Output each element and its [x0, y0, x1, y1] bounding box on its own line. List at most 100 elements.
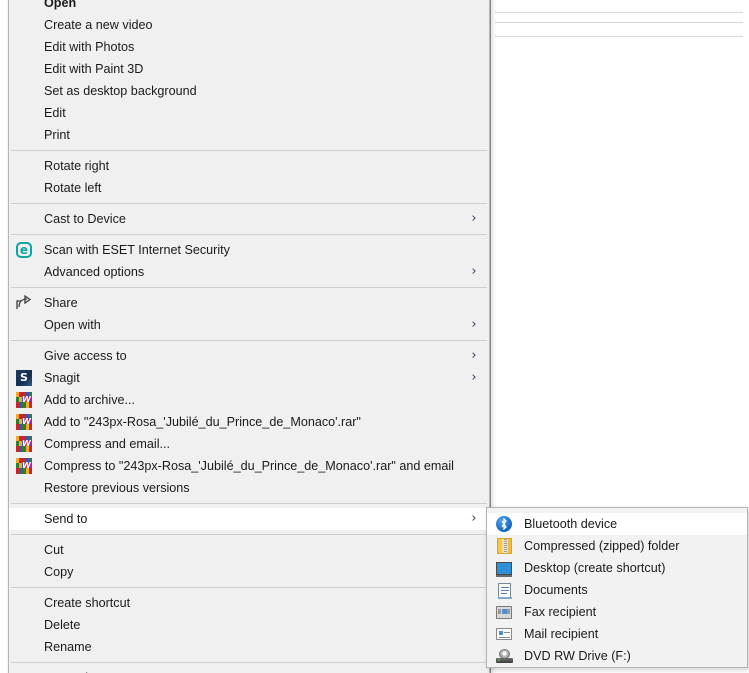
chevron-right-icon: › — [471, 264, 477, 279]
menu-item-label: Desktop (create shortcut) — [524, 561, 666, 575]
menu-item-label: Add to archive... — [44, 393, 136, 407]
menu-item-label: Fax recipient — [524, 605, 597, 619]
menu-item-label: Create shortcut — [44, 596, 131, 610]
documents-icon — [497, 582, 512, 599]
menu-item-give-access-to[interactable]: Give access to › — [9, 345, 489, 367]
menu-item-open[interactable]: Open — [9, 0, 489, 14]
menu-item-icon-slot — [487, 645, 521, 667]
menu-item-create-a-new-video[interactable]: Create a new video — [9, 14, 489, 36]
menu-item-label: Cast to Device — [44, 212, 126, 226]
menu-item-icon-slot — [9, 155, 39, 177]
menu-item-edit-with-paint-3d[interactable]: Edit with Paint 3D — [9, 58, 489, 80]
menu-item-cut[interactable]: Cut — [9, 539, 489, 561]
chevron-right-icon: › — [471, 370, 477, 385]
eset-icon — [16, 241, 32, 259]
menu-item-icon-slot — [9, 367, 39, 389]
menu-item-send-to[interactable]: Send to › — [9, 508, 489, 530]
menu-item-icon-slot — [9, 0, 39, 14]
menu-item-icon-slot — [9, 636, 39, 658]
menu-item-properties[interactable]: Properties — [9, 667, 489, 673]
menu-item-edit-with-photos[interactable]: Edit with Photos — [9, 36, 489, 58]
menu-item-label: Delete — [44, 618, 81, 632]
menu-item-add-to-archive[interactable]: W Add to archive... — [9, 389, 489, 411]
menu-item-label: Give access to — [44, 349, 127, 363]
menu-item-label: Rotate left — [44, 181, 102, 195]
dvd-drive-icon — [495, 649, 513, 663]
menu-item-set-as-desktop-background[interactable]: Set as desktop background — [9, 80, 489, 102]
menu-item-icon-slot — [9, 592, 39, 614]
menu-item-delete[interactable]: Delete — [9, 614, 489, 636]
menu-item-label: Create a new video — [44, 18, 153, 32]
menu-separator — [11, 587, 487, 588]
snagit-icon — [16, 370, 32, 386]
menu-item-cast-to-device[interactable]: Cast to Device › — [9, 208, 489, 230]
menu-item-label: Open with — [44, 318, 101, 332]
menu-item-icon-slot — [9, 561, 39, 583]
winrar-icon: W — [16, 414, 32, 430]
menu-item-icon-slot — [487, 557, 521, 579]
sendto-item-compressed-zipped-folder[interactable]: Compressed (zipped) folder — [487, 535, 747, 557]
sendto-item-dvd-rw-drive-f[interactable]: DVD RW Drive (F:) — [487, 645, 747, 667]
menu-item-advanced-options[interactable]: Advanced options › — [9, 261, 489, 283]
menu-item-rotate-left[interactable]: Rotate left — [9, 177, 489, 199]
fax-icon — [496, 605, 512, 619]
file-context-menu[interactable]: Open Create a new video Edit with Photos Ed… — [8, 0, 490, 673]
menu-item-icon-slot — [9, 14, 39, 36]
menu-separator — [11, 150, 487, 151]
screen: Open Create a new video Edit with Photos Ed… — [0, 0, 749, 673]
chevron-right-icon: › — [471, 211, 477, 226]
menu-item-print[interactable]: Print — [9, 124, 489, 146]
menu-item-edit[interactable]: Edit — [9, 102, 489, 124]
menu-item-label: Edit with Photos — [44, 40, 135, 54]
menu-item-copy[interactable]: Copy — [9, 561, 489, 583]
menu-item-label: Compress and email... — [44, 437, 170, 451]
menu-item-icon-slot — [9, 177, 39, 199]
menu-item-icon-slot — [9, 345, 39, 367]
menu-item-create-shortcut[interactable]: Create shortcut — [9, 592, 489, 614]
menu-item-icon-slot — [9, 36, 39, 58]
chevron-right-icon: › — [471, 317, 477, 332]
menu-item-icon-slot: W — [9, 455, 39, 477]
menu-item-icon-slot — [487, 513, 521, 535]
menu-item-label: Set as desktop background — [44, 84, 197, 98]
menu-item-label: Copy — [44, 565, 74, 579]
menu-item-icon-slot — [9, 477, 39, 499]
menu-item-compress-and-email[interactable]: W Compress and email... — [9, 433, 489, 455]
menu-item-label: Send to — [44, 512, 88, 526]
menu-item-rotate-right[interactable]: Rotate right — [9, 155, 489, 177]
share-icon — [15, 294, 33, 311]
sendto-item-mail-recipient[interactable]: Mail recipient — [487, 623, 747, 645]
menu-item-compress-to-243px-rosa-jubil-du-prince-d[interactable]: W Compress to "243px-Rosa_'Jubilé_du_Prin… — [9, 455, 489, 477]
menu-item-icon-slot — [9, 292, 39, 314]
menu-item-add-to-243px-rosa-jubil-du-prince-de-mon[interactable]: W Add to "243px-Rosa_'Jubilé_du_Prince_de… — [9, 411, 489, 433]
winrar-icon: W — [16, 458, 32, 474]
sendto-item-documents[interactable]: Documents — [487, 579, 747, 601]
menu-item-label: Compress to "243px-Rosa_'Jubilé_du_Princ… — [44, 459, 454, 473]
sendto-item-bluetooth-device[interactable]: Bluetooth device — [487, 513, 747, 535]
menu-item-label: Properties — [39, 667, 489, 673]
menu-item-open-with[interactable]: Open with › — [9, 314, 489, 336]
menu-item-icon-slot — [9, 124, 39, 146]
menu-item-restore-previous-versions[interactable]: Restore previous versions — [9, 477, 489, 499]
menu-item-rename[interactable]: Rename — [9, 636, 489, 658]
menu-item-label: Add to "243px-Rosa_'Jubilé_du_Prince_de_… — [44, 415, 361, 429]
menu-item-label: Rotate right — [44, 159, 110, 173]
menu-separator — [11, 503, 487, 504]
menu-item-share[interactable]: Share — [9, 292, 489, 314]
send-to-submenu[interactable]: Bluetooth device Compressed (zipped) fold… — [486, 507, 748, 668]
menu-item-icon-slot — [9, 667, 39, 673]
document-rule — [495, 36, 749, 37]
sendto-item-fax-recipient[interactable]: Fax recipient — [487, 601, 747, 623]
menu-item-label: Cut — [44, 543, 64, 557]
menu-item-label: Documents — [524, 583, 588, 597]
menu-item-label: Snagit — [44, 371, 80, 385]
document-rule — [495, 22, 749, 23]
menu-item-label: Edit with Paint 3D — [44, 62, 144, 76]
bluetooth-icon — [496, 516, 512, 532]
menu-item-label: DVD RW Drive (F:) — [524, 649, 631, 663]
menu-item-snagit[interactable]: Snagit › — [9, 367, 489, 389]
menu-item-icon-slot — [9, 102, 39, 124]
menu-item-icon-slot — [9, 314, 39, 336]
sendto-item-desktop-create-shortcut[interactable]: Desktop (create shortcut) — [487, 557, 747, 579]
menu-item-scan-with-eset-internet-security[interactable]: Scan with ESET Internet Security — [9, 239, 489, 261]
